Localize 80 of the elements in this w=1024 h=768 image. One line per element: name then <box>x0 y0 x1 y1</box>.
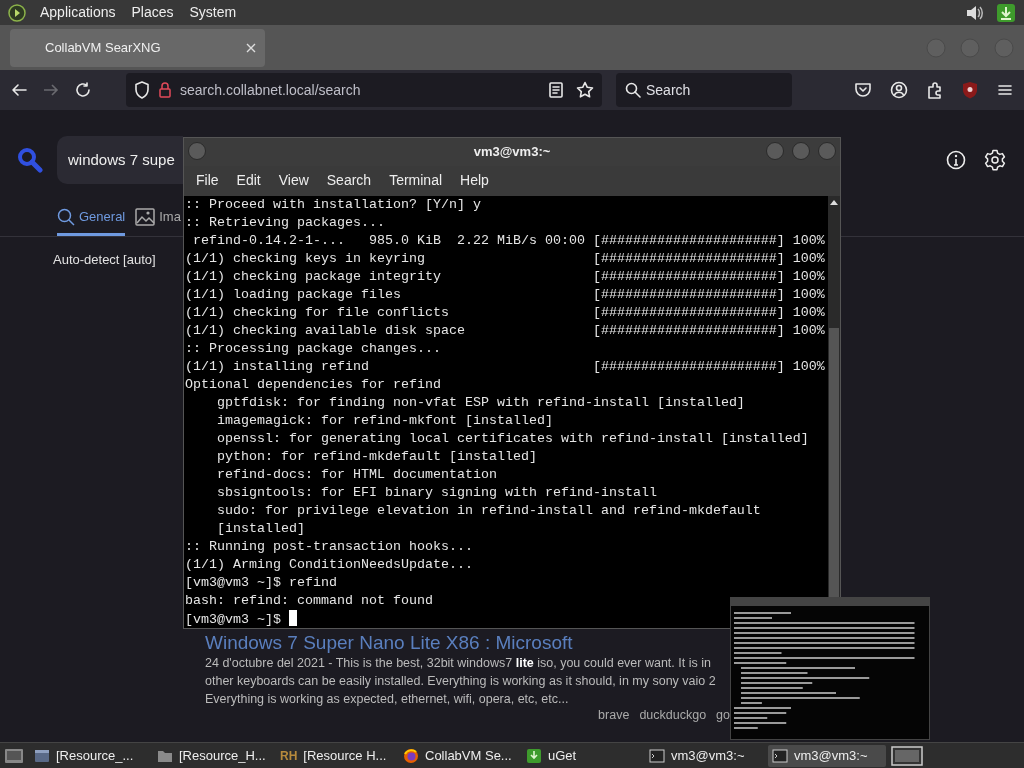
terminal-line: sbsigntools: for EFI binary signing with refind-install <box>216 485 657 500</box>
panel-menu[interactable]: System <box>187 2 239 23</box>
taskbar-item[interactable]: [Resource_... <box>30 744 148 767</box>
terminal-line: :: Processing package changes... <box>185 341 441 356</box>
taskbar-item[interactable]: RH [Resource H... <box>276 744 394 767</box>
query-field[interactable]: windows 7 supe <box>57 136 183 184</box>
terminal-line: (1/1) loading package files [######################] 100% <box>185 287 825 302</box>
terminal-line: imagemagick: for refind-mkfont [installed] <box>216 413 553 428</box>
taskbar-item[interactable]: CollabVM Se... <box>399 744 517 767</box>
terminal-line: [vm3@vm3 ~]$ <box>185 612 282 627</box>
back-icon[interactable] <box>10 81 28 99</box>
search-field[interactable]: Search <box>616 73 792 107</box>
menu-item[interactable]: Terminal <box>380 170 452 192</box>
puzzle-icon[interactable] <box>926 81 944 99</box>
url-field[interactable]: search.collabnet.local/search <box>126 73 602 107</box>
menu-item[interactable]: Search <box>317 170 381 192</box>
pocket-icon[interactable] <box>854 81 872 99</box>
shield-badge-icon[interactable] <box>962 81 978 99</box>
menu-item[interactable]: File <box>187 170 228 192</box>
search-icon[interactable] <box>17 147 43 173</box>
terminal-line: (1/1) checking package integrity [######################] 100% <box>185 269 825 284</box>
terminal-line: (1/1) Arming ConditionNeedsUpdate... <box>185 557 473 572</box>
terminal-line: openssl: for generating local certificates with refind-install [installed] <box>216 431 809 446</box>
terminal-line: [vm3@vm3 ~]$ refind <box>185 575 337 590</box>
category-tab[interactable]: Ima <box>135 200 181 236</box>
download-tray-icon[interactable] <box>996 2 1016 23</box>
taskbar-item[interactable]: [Resource_H... <box>153 744 271 767</box>
menu-item[interactable]: View <box>269 170 318 192</box>
settings-icon[interactable] <box>984 149 1006 171</box>
terminal-icon <box>772 747 788 764</box>
window-title: vm3@vm3:~ <box>473 143 551 161</box>
lock-icon <box>158 81 172 99</box>
result-title[interactable]: Windows 7 Super Nano Lite X86 : Microsoft <box>205 632 730 654</box>
image-icon <box>135 207 156 226</box>
terminal-line: (1/1) installing refind [######################] 100% <box>185 359 825 374</box>
terminal-line: [installed] <box>216 521 305 536</box>
menu-item[interactable]: Help <box>451 170 498 192</box>
terminal-line: refind-0.14.2-1-... 985.0 KiB 2.22 MiB/s 00:00 [######################] 100% <box>192 233 825 248</box>
account-icon[interactable] <box>890 81 908 99</box>
category-tab[interactable]: General <box>57 200 126 236</box>
terminal-line: (1/1) checking keys in keyring [######################] 100% <box>185 251 825 266</box>
panel-menu[interactable]: Places <box>129 2 176 23</box>
workspace-switcher[interactable] <box>891 745 923 766</box>
terminal-line: sudo: for privilege elevation in refind-install and refind-mkdefault <box>216 503 761 518</box>
search-icon <box>625 82 641 98</box>
window-icon <box>34 747 50 764</box>
browser-tab[interactable]: CollabVM SearXNG <box>10 28 265 67</box>
close-icon[interactable] <box>245 41 257 54</box>
terminal-line: (1/1) checking for file conflicts [######################] 100% <box>185 305 825 320</box>
engine-label: brave <box>598 708 630 722</box>
play-logo-icon[interactable] <box>8 3 26 22</box>
reload-icon[interactable] <box>74 81 92 99</box>
engine-label: duckduckgo <box>639 708 707 722</box>
engine-label: go <box>716 708 730 722</box>
terminal-line: gptfdisk: for finding non-vfat ESP with refind-install [installed] <box>216 395 745 410</box>
terminal-line: :: Retrieving packages... <box>185 215 385 230</box>
taskbar-item[interactable]: vm3@vm3:~ <box>645 744 763 767</box>
search-icon <box>57 207 75 226</box>
download-app-icon <box>526 747 542 764</box>
cursor <box>289 610 297 626</box>
app-logo: RH <box>280 747 298 765</box>
terminal-line: :: Proceed with installation? [Y/n] y <box>185 197 481 212</box>
terminal-line: bash: refind: command not found <box>185 593 433 608</box>
panel-menu[interactable]: Applications <box>38 2 118 23</box>
reader-view-icon[interactable] <box>548 81 564 99</box>
taskbar-item[interactable]: vm3@vm3:~ <box>768 744 886 767</box>
shield-icon <box>134 81 150 99</box>
terminal-line: refind-docs: for HTML documentation <box>216 467 497 482</box>
terminal-line: Optional dependencies for refind <box>185 377 441 392</box>
terminal-line: :: Running post-transaction hooks... <box>185 539 473 554</box>
menu-item[interactable]: Edit <box>227 170 270 192</box>
info-icon[interactable] <box>946 150 966 170</box>
result-snippet: 24 d'octubre del 2021 - This is the best, 32bit windows7 lite iso, you could ever want. It is in other keyboards can be easily installed. Everything is working as it should, in my sony vaio 2 Everything is working as expected, ethernet, wifi, opera, etc, etc... <box>205 655 717 708</box>
fox-globe-icon <box>403 747 419 764</box>
language-select[interactable]: Auto-detect [auto] <box>53 250 156 270</box>
terminal-line: (1/1) checking available disk space [######################] 100% <box>185 323 825 338</box>
star-icon[interactable] <box>576 81 594 99</box>
terminal-icon <box>649 747 665 764</box>
terminal-line: python: for refind-mkdefault [installed] <box>216 449 537 464</box>
taskbar-item[interactable]: uGet <box>522 744 640 767</box>
